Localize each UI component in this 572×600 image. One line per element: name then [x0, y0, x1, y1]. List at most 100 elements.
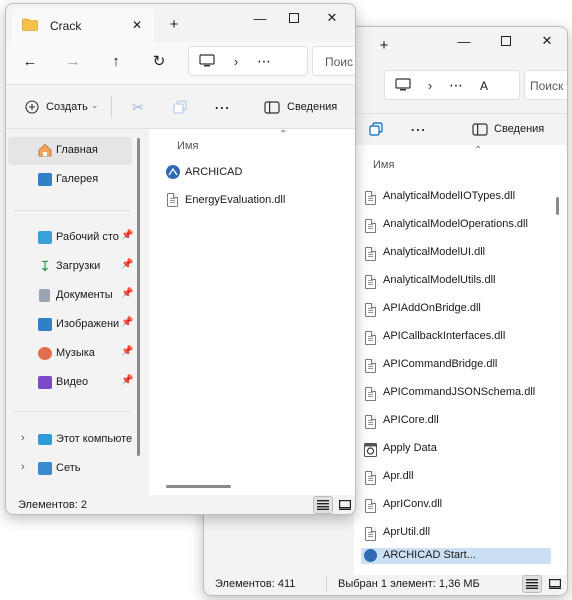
search-placeholder: Поиск [530, 79, 564, 93]
archicad-icon [166, 165, 180, 179]
status-item-count: Элементов: 2 [18, 499, 87, 511]
chevron-right-icon: › [233, 53, 239, 69]
copy-icon[interactable] [172, 99, 188, 115]
nav-item-pictures[interactable]: Изображени 📌 [8, 311, 134, 339]
search-placeholder: Поис [325, 55, 354, 69]
close-window-button[interactable]: ✕ [320, 8, 344, 28]
breadcrumb-more[interactable]: ⋯ [449, 77, 463, 94]
list-item[interactable]: ARCHICAD [161, 160, 341, 184]
list-item[interactable]: AprUtil.dll [361, 520, 551, 548]
minimize-button[interactable]: — [248, 8, 272, 28]
back-arrow-icon[interactable]: ← [20, 51, 40, 71]
tiles-view-icon[interactable] [336, 496, 354, 514]
new-tab-button[interactable]: + [374, 35, 394, 55]
music-icon [38, 347, 52, 360]
cut-icon[interactable]: ✂ [130, 99, 146, 115]
dll-file-icon [365, 471, 376, 485]
nav-item-this-pc[interactable]: › Этот компьюте [8, 426, 132, 454]
status-selection: Выбран 1 элемент: 1,36 МБ [338, 578, 480, 590]
nav-item-gallery[interactable]: Галерея [8, 166, 132, 194]
close-tab-button[interactable]: ✕ [132, 18, 142, 32]
refresh-icon[interactable]: ↻ [149, 51, 169, 71]
new-tab-button[interactable]: + [164, 14, 184, 34]
search-field[interactable]: Поис [312, 46, 355, 76]
list-item[interactable]: Apr.dll [361, 464, 551, 492]
maximize-button[interactable] [494, 31, 518, 51]
details-button[interactable]: Сведения [494, 123, 544, 135]
dll-file-icon [167, 193, 178, 207]
up-arrow-icon[interactable]: ↑ [106, 51, 126, 71]
pin-icon: 📌 [121, 375, 134, 386]
minimize-button[interactable]: — [452, 31, 476, 51]
details-pane-icon [472, 122, 488, 136]
nav-scrollbar[interactable] [137, 138, 140, 456]
details-button[interactable]: Сведения [287, 101, 337, 113]
pictures-icon [38, 318, 52, 331]
pin-icon: 📌 [121, 288, 134, 299]
chevron-right-icon: › [427, 77, 433, 93]
more-options-button[interactable]: ⋯ [214, 98, 230, 118]
address-bar[interactable]: › ⋯ A [384, 70, 520, 100]
details-view-icon[interactable] [313, 496, 333, 514]
chevron-down-icon: ⌄ [91, 100, 99, 110]
videos-icon [38, 376, 52, 389]
nav-item-music[interactable]: Музыка 📌 [8, 340, 133, 368]
details-pane-icon [264, 100, 280, 114]
horizontal-scrollbar[interactable] [166, 485, 231, 488]
list-item[interactable]: AnalyticalModelUtils.dll [361, 268, 551, 296]
more-options-button[interactable]: ⋯ [410, 120, 426, 140]
list-item[interactable]: AnalyticalModelIOTypes.dll [361, 184, 551, 212]
dll-file-icon [365, 331, 376, 345]
archicad-icon [364, 549, 377, 562]
status-item-count: Элементов: 411 [215, 578, 296, 590]
pin-icon: 📌 [121, 317, 134, 328]
details-view-icon[interactable] [522, 575, 542, 593]
close-window-button[interactable]: ✕ [535, 31, 559, 51]
list-item[interactable]: APICommandBridge.dll [361, 352, 551, 380]
address-bar[interactable]: › ⋯ [188, 46, 308, 76]
copy-icon[interactable] [368, 121, 384, 137]
nav-item-documents[interactable]: Документы 📌 [8, 282, 134, 310]
create-button[interactable]: Создать [46, 101, 88, 113]
nav-item-downloads[interactable]: ↧ Загрузки 📌 [8, 253, 134, 281]
list-item[interactable]: APICallbackInterfaces.dll [361, 324, 551, 352]
list-item[interactable]: APICommandJSONSchema.dll [361, 380, 551, 408]
list-item[interactable]: EnergyEvaluation.dll [161, 188, 341, 212]
tab-crack[interactable]: Crack ✕ [12, 8, 154, 42]
gallery-icon [38, 173, 52, 186]
sort-chevron-icon: ⌃ [474, 145, 483, 156]
column-header-name[interactable]: Имя [373, 159, 394, 171]
list-item[interactable]: AnalyticalModelUI.dll [361, 240, 551, 268]
search-field[interactable]: Поиск [524, 70, 567, 100]
list-item[interactable]: Apply Data [361, 436, 551, 464]
add-circle-icon [24, 99, 40, 115]
list-item[interactable]: APIAddOnBridge.dll [361, 296, 551, 324]
nav-item-network[interactable]: › Сеть [8, 455, 132, 483]
list-item[interactable]: AprIConv.dll [361, 492, 551, 520]
nav-item-videos[interactable]: Видео 📌 [8, 369, 134, 397]
list-item[interactable]: APICore.dll [361, 408, 551, 436]
scrollbar-thumb[interactable] [556, 197, 559, 215]
breadcrumb-more[interactable]: ⋯ [257, 53, 271, 70]
list-item-selected[interactable]: ARCHICAD Start... [361, 548, 551, 564]
dll-file-icon [365, 415, 376, 429]
dll-file-icon [365, 275, 376, 289]
pin-icon: 📌 [121, 230, 134, 241]
front-explorer-window: Crack ✕ + — ✕ ← → ↑ ↻ › ⋯ Поис Создать ⌄… [5, 3, 356, 515]
column-header-name[interactable]: Имя [177, 140, 198, 152]
pin-icon: 📌 [121, 259, 134, 270]
forward-arrow-icon[interactable]: → [63, 51, 83, 71]
desktop-icon [38, 231, 52, 244]
dll-file-icon [365, 303, 376, 317]
computer-icon [199, 54, 215, 68]
list-item[interactable]: AnalyticalModelOperations.dll [361, 212, 551, 240]
nav-item-home[interactable]: Главная [8, 137, 132, 165]
nav-item-desktop[interactable]: Рабочий сто 📌 [8, 224, 134, 252]
tiles-view-icon[interactable] [546, 575, 564, 593]
chevron-right-icon: › [21, 432, 25, 444]
dll-file-icon [365, 387, 376, 401]
application-icon [364, 443, 377, 457]
breadcrumb-segment[interactable]: A [480, 79, 488, 93]
dll-file-icon [365, 527, 376, 541]
maximize-button[interactable] [282, 8, 306, 28]
